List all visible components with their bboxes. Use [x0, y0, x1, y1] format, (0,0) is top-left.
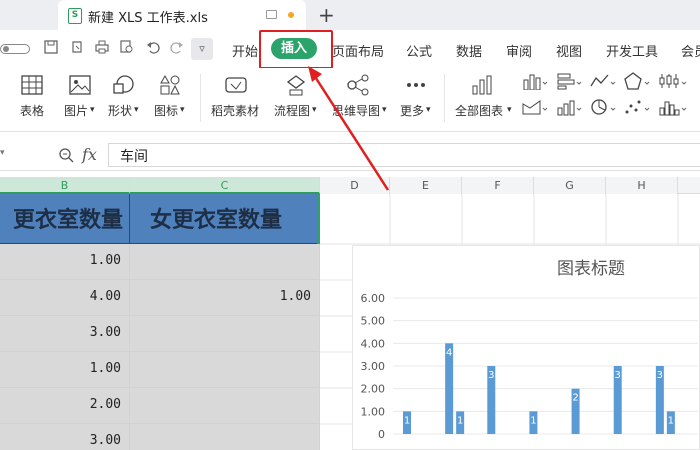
scatter-chart-icon[interactable]	[624, 98, 650, 120]
y-tick-label: 0	[378, 428, 385, 441]
stock-chart-icon[interactable]	[658, 72, 688, 94]
tab-title[interactable]: 新建 XLS 工作表.xls	[88, 7, 208, 26]
chevron-down-icon[interactable]: ▾	[180, 105, 185, 115]
header-label-c: 女更衣室数量	[150, 207, 283, 233]
print-icon[interactable]	[95, 40, 109, 58]
print-preview-icon[interactable]	[120, 40, 134, 58]
sidebar-toggle[interactable]	[0, 44, 30, 54]
more-icon[interactable]	[404, 74, 428, 96]
y-tick-label: 5.00	[361, 315, 386, 328]
all-charts-icon[interactable]	[470, 74, 494, 96]
ribbon-docer-label[interactable]: 稻壳素材	[211, 102, 259, 119]
new-tab-button[interactable]: +	[318, 3, 335, 27]
menu-page-layout[interactable]: 页面布局	[332, 41, 384, 60]
bar-chart-icon[interactable]	[556, 72, 582, 94]
formula-input[interactable]	[108, 143, 700, 167]
ribbon-shape-label[interactable]: 形状	[108, 102, 132, 119]
cell-b-row6[interactable]: 3.00	[0, 424, 130, 450]
pie-chart-icon[interactable]	[590, 98, 616, 120]
data-label: 1	[404, 415, 410, 426]
save-icon[interactable]	[44, 40, 58, 58]
monitor-icon[interactable]	[266, 10, 277, 19]
chart-panel[interactable]: 图表标题 6.00 5.00 4.00 3.00 2.00 1.00 0 1 4 3 1 2 3 3 1 1	[352, 245, 700, 450]
data-label: 1	[457, 415, 463, 426]
cell-b-row3[interactable]: 3.00	[0, 316, 130, 352]
cell-c-row6[interactable]	[130, 424, 320, 450]
menu-data[interactable]: 数据	[456, 41, 482, 60]
spreadsheet-file-icon: S	[68, 8, 82, 24]
unsaved-dot-icon	[288, 12, 294, 18]
y-tick-label: 3.00	[361, 360, 386, 373]
cell-b-row1[interactable]: 1.00	[0, 244, 130, 280]
ribbon-icons-label[interactable]: 图标	[154, 102, 178, 119]
column-header-f[interactable]: F	[462, 177, 534, 194]
chart-title: 图表标题	[557, 259, 625, 279]
zoom-icon[interactable]	[58, 147, 74, 167]
ribbon-table-label[interactable]: 表格	[20, 102, 44, 119]
data-label: 2	[572, 393, 578, 404]
formula-value: 车间	[120, 149, 148, 165]
picture-icon[interactable]	[68, 74, 92, 96]
docer-material-icon[interactable]	[224, 74, 248, 96]
cell-c-row2[interactable]: 1.00	[130, 280, 320, 316]
y-tick-label: 1.00	[361, 405, 386, 418]
chevron-down-icon[interactable]: ▾	[0, 148, 5, 158]
menu-view[interactable]: 视图	[556, 41, 582, 60]
data-label: 1	[530, 415, 536, 426]
cell-c-row4[interactable]	[130, 352, 320, 388]
radar-chart-icon[interactable]	[624, 72, 650, 94]
data-label: 3	[657, 370, 663, 381]
cell-b-row2[interactable]: 4.00	[0, 280, 130, 316]
cell-b-row5[interactable]: 2.00	[0, 388, 130, 424]
column-header-e[interactable]: E	[390, 177, 462, 194]
header-cell-c[interactable]: 女更衣室数量	[130, 194, 320, 244]
annotation-arrow	[308, 66, 390, 191]
fx-icon[interactable]: fx	[82, 145, 97, 164]
menu-member[interactable]: 会员	[681, 41, 700, 60]
ribbon-separator	[200, 74, 201, 122]
column-header-g[interactable]: G	[534, 177, 606, 194]
data-label: 4	[446, 347, 452, 358]
ribbon-more-label[interactable]: 更多	[400, 102, 424, 119]
y-tick-label: 6.00	[361, 292, 386, 305]
y-tick-label: 4.00	[361, 337, 386, 350]
chevron-down-icon[interactable]: ▾	[90, 105, 95, 115]
export-icon[interactable]	[70, 40, 84, 58]
data-label: 3	[615, 370, 621, 381]
area-chart-icon[interactable]	[522, 98, 548, 120]
y-tick-label: 2.00	[361, 383, 386, 396]
data-label: 3	[488, 370, 494, 381]
line-chart-icon[interactable]	[590, 72, 616, 94]
cell-b-row4[interactable]: 1.00	[0, 352, 130, 388]
redo-icon[interactable]	[170, 40, 184, 58]
menu-formulas[interactable]: 公式	[406, 41, 432, 60]
cell-c-row1[interactable]	[130, 244, 320, 280]
header-cell-b[interactable]: 更衣室数量	[0, 194, 130, 244]
cell-c-row5[interactable]	[130, 388, 320, 424]
chevron-down-icon[interactable]: ▾	[507, 105, 512, 115]
chevron-down-icon[interactable]: ▾	[426, 105, 431, 115]
ribbon-separator	[444, 74, 445, 122]
chart: 图表标题 6.00 5.00 4.00 3.00 2.00 1.00 0 1 4 3 1 2 3 3 1 1	[361, 259, 698, 441]
menu-home[interactable]: 开始	[232, 41, 258, 60]
ribbon-picture-label[interactable]: 图片	[64, 102, 88, 119]
ribbon-all-charts-label[interactable]: 全部图表	[455, 102, 503, 119]
table-icon[interactable]	[20, 74, 44, 96]
chevron-down-icon[interactable]: ▾	[134, 105, 139, 115]
column-chart-icon[interactable]	[522, 72, 548, 94]
histogram-chart-icon[interactable]	[658, 98, 688, 120]
column-header-b[interactable]: B	[0, 177, 130, 194]
data-label: 1	[668, 415, 674, 426]
header-label-b: 更衣室数量	[12, 207, 123, 233]
cell-c-row3[interactable]	[130, 316, 320, 352]
column-header-c[interactable]: C	[130, 177, 320, 194]
shape-icon[interactable]	[112, 74, 136, 96]
undo-icon[interactable]	[146, 40, 160, 58]
combo-chart-icon[interactable]	[556, 98, 582, 120]
menu-review[interactable]: 审阅	[506, 41, 532, 60]
column-header-h[interactable]: H	[606, 177, 678, 194]
menu-developer[interactable]: 开发工具	[606, 41, 658, 60]
chevron-down-icon[interactable]: ▿	[191, 38, 213, 60]
icons-icon[interactable]	[158, 74, 182, 96]
